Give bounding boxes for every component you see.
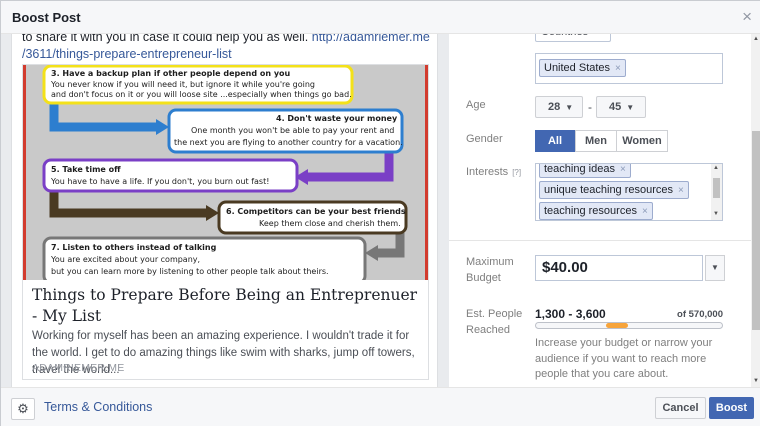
budget-dropdown-button[interactable]: ▼ [705,255,725,281]
interests-input[interactable]: teaching ideas × unique teaching resource… [535,163,723,221]
interest-tag-label: unique teaching resources [544,184,674,196]
age-max-value: 45 [609,101,622,113]
panel-scrollbar[interactable]: ▲ ▼ [751,34,760,387]
remove-tag-icon[interactable]: × [615,63,621,74]
interest-tag-label: teaching resources [544,205,637,217]
age-label: Age [466,99,486,111]
tip-line: You never know if you will need it, but … [50,80,315,89]
post-preview: to share it with you in case it could he… [11,34,438,387]
tip-heading: 6. Competitors can be your best friends [226,207,406,216]
location-input[interactable]: United States × [535,53,723,84]
tip-line: You have to have a life. If you don't, y… [50,177,269,186]
boost-button[interactable]: Boost [709,397,754,419]
dialog-header: Boost Post × [1,1,760,34]
caret-down-icon: ▼ [626,103,635,112]
tip-line: but you can learn more by listening to o… [51,267,329,276]
interest-tag: unique teaching resources × [539,181,689,199]
arrow-brown-head [206,205,219,221]
caret-down-icon: ▼ [565,103,574,112]
tip-heading: 7. Listen to others instead of talking [51,243,217,252]
tip-line: Keep them close and cherish them. [259,219,401,228]
location-tag: United States × [539,59,626,77]
scroll-up-icon[interactable]: ▲ [753,36,759,42]
dialog-footer: ⚙ Terms & Conditions Cancel Boost [1,387,760,426]
scroll-up-icon[interactable]: ▲ [713,165,719,171]
interests-label-text: Interests [466,166,509,178]
tip-line: One month you won't be able to pay your … [191,126,394,135]
age-min-value: 28 [548,101,561,113]
budget-label: Maximum Budget [466,256,514,284]
reach-range: 1,300 - 3,600 [535,307,606,321]
targeting-panel: Countries United States × Age 28 ▼ - 45 ▼ G… [449,34,751,387]
reach-meter [535,322,723,329]
reach-label: Est. People Reached [466,308,523,336]
tip-line: You are excited about your company, [50,255,200,264]
tip-line: and don't focus on it or you will loose … [51,90,352,99]
terms-link[interactable]: Terms & Conditions [44,400,152,414]
reach-total: of 570,000 [677,309,723,320]
dialog-title: Boost Post [12,10,81,25]
interests-label: Interests [?] [466,164,521,181]
age-min-select[interactable]: 28 ▼ [535,96,583,118]
remove-tag-icon[interactable]: × [678,185,684,196]
age-max-select[interactable]: 45 ▼ [596,96,646,118]
gear-icon: ⚙ [17,401,29,416]
help-icon[interactable]: [?] [512,168,521,177]
budget-input[interactable]: $40.00 [535,255,703,281]
panel-scroll-thumb[interactable] [752,131,760,330]
tip-heading: 5. Take time off [51,165,121,174]
remove-tag-icon[interactable]: × [642,206,648,217]
interest-tag: teaching ideas × [539,163,631,178]
dialog-body: to share it with you in case it could he… [1,34,760,387]
link-card[interactable]: 3. Have a backup plan if other people de… [22,64,429,380]
tip-heading: 3. Have a backup plan if other people de… [51,69,291,78]
close-icon[interactable]: × [742,8,752,25]
interest-tag-label: teaching ideas [544,163,615,175]
reach-hint: Increase your budget or narrow your audi… [535,337,713,380]
settings-button[interactable]: ⚙ [11,398,35,420]
gender-all-button[interactable]: All [535,130,575,152]
scroll-down-icon[interactable]: ▼ [753,378,759,384]
cancel-button[interactable]: Cancel [655,397,706,419]
post-link[interactable]: http://adamriemer.me [312,34,430,44]
gender-label: Gender [466,133,503,145]
arrow-gray-head [365,245,378,261]
caret-down-icon: ▼ [711,263,719,272]
boost-post-dialog: Boost Post × to share it with you in cas… [0,0,760,426]
interests-scroll-thumb[interactable] [713,178,720,198]
post-text-line: to share it with you in case it could he… [22,34,309,44]
section-divider [449,240,751,241]
gender-men-button[interactable]: Men [575,130,617,152]
infographic-image[interactable]: 3. Have a backup plan if other people de… [23,65,428,280]
post-text: to share it with you in case it could he… [22,34,432,63]
remove-tag-icon[interactable]: × [620,164,626,175]
scroll-down-icon[interactable]: ▼ [713,211,719,217]
link-card-title[interactable]: Things to Prepare Before Being an Entrep… [32,285,424,327]
age-separator: - [588,100,592,114]
country-dropdown[interactable]: Countries [535,34,611,42]
interests-scrollbar[interactable]: ▲ ▼ [711,164,722,220]
location-tag-label: United States [544,62,611,74]
tip-line: the next you are flying to another count… [174,138,403,147]
interest-tag: teaching resources × [539,202,653,220]
arrow-blue-head [156,119,169,135]
link-card-domain: ADAMRIEMER.ME [32,362,125,374]
arrow-brown [49,191,206,218]
arrow-gray [378,233,405,258]
gender-women-button[interactable]: Women [616,130,668,152]
post-link-continued[interactable]: /3611/things-prepare-entrepreneur-list [22,47,232,61]
infographic-svg: 3. Have a backup plan if other people de… [42,65,408,280]
reach-meter-fill [606,323,628,328]
tip-heading: 4. Don't waste your money [276,114,398,123]
